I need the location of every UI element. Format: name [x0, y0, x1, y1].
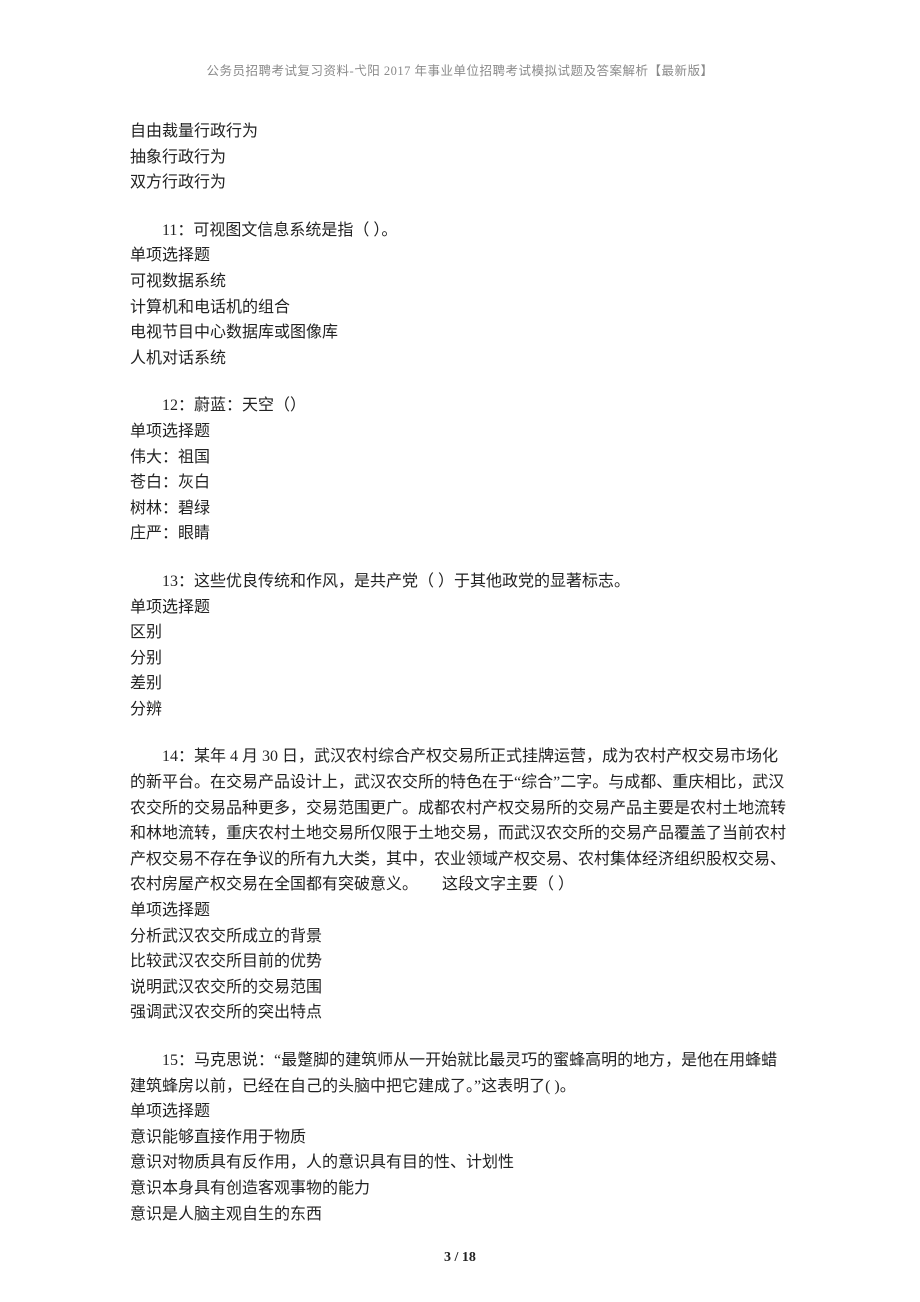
page: 公务员招聘考试复习资料-弋阳 2017 年事业单位招聘考试模拟试题及答案解析【最… — [0, 0, 920, 1302]
option-text: 比较武汉农交所目前的优势 — [130, 949, 790, 975]
orphan-options: 自由裁量行政行为 抽象行政行为 双方行政行为 — [130, 119, 790, 196]
question-stem: 13：这些优良传统和作风，是共产党（ ）于其他政党的显著标志。 — [130, 569, 790, 595]
option-text: 说明武汉农交所的交易范围 — [130, 975, 790, 1001]
option-text: 差别 — [130, 671, 790, 697]
option-text: 强调武汉农交所的突出特点 — [130, 1000, 790, 1026]
question-type: 单项选择题 — [130, 898, 790, 924]
option-text: 双方行政行为 — [130, 170, 790, 196]
option-text: 分析武汉农交所成立的背景 — [130, 924, 790, 950]
question-type: 单项选择题 — [130, 419, 790, 445]
option-text: 分别 — [130, 646, 790, 672]
page-number: 3 / 18 — [0, 1250, 920, 1266]
question-block-14: 14：某年 4 月 30 日，武汉农村综合产权交易所正式挂牌运营，成为农村产权交… — [130, 744, 790, 1026]
option-text: 区别 — [130, 620, 790, 646]
question-stem: 14：某年 4 月 30 日，武汉农村综合产权交易所正式挂牌运营，成为农村产权交… — [130, 744, 790, 898]
question-block-12: 12：蔚蓝：天空（） 单项选择题 伟大：祖国 苍白：灰白 树林：碧绿 庄严：眼睛 — [130, 393, 790, 547]
option-text: 抽象行政行为 — [130, 145, 790, 171]
option-text: 庄严：眼睛 — [130, 521, 790, 547]
option-text: 意识是人脑主观自生的东西 — [130, 1202, 790, 1228]
option-text: 自由裁量行政行为 — [130, 119, 790, 145]
option-text: 意识能够直接作用于物质 — [130, 1125, 790, 1151]
option-text: 分辨 — [130, 697, 790, 723]
option-text: 伟大：祖国 — [130, 445, 790, 471]
question-stem: 11：可视图文信息系统是指（ ）。 — [130, 218, 790, 244]
option-text: 苍白：灰白 — [130, 470, 790, 496]
option-text: 树林：碧绿 — [130, 496, 790, 522]
option-text: 电视节目中心数据库或图像库 — [130, 320, 790, 346]
option-text: 人机对话系统 — [130, 346, 790, 372]
question-type: 单项选择题 — [130, 1099, 790, 1125]
option-text: 意识本身具有创造客观事物的能力 — [130, 1176, 790, 1202]
option-text: 意识对物质具有反作用，人的意识具有目的性、计划性 — [130, 1150, 790, 1176]
option-text: 可视数据系统 — [130, 269, 790, 295]
content-body: 自由裁量行政行为 抽象行政行为 双方行政行为 11：可视图文信息系统是指（ ）。… — [130, 119, 790, 1227]
question-block-11: 11：可视图文信息系统是指（ ）。 单项选择题 可视数据系统 计算机和电话机的组… — [130, 218, 790, 372]
page-header: 公务员招聘考试复习资料-弋阳 2017 年事业单位招聘考试模拟试题及答案解析【最… — [130, 60, 790, 79]
question-stem: 12：蔚蓝：天空（） — [130, 393, 790, 419]
option-text: 计算机和电话机的组合 — [130, 295, 790, 321]
question-type: 单项选择题 — [130, 243, 790, 269]
question-type: 单项选择题 — [130, 595, 790, 621]
question-stem: 15：马克思说：“最蹩脚的建筑师从一开始就比最灵巧的蜜蜂高明的地方，是他在用蜂蜡… — [130, 1048, 790, 1099]
question-block-13: 13：这些优良传统和作风，是共产党（ ）于其他政党的显著标志。 单项选择题 区别… — [130, 569, 790, 723]
question-block-15: 15：马克思说：“最蹩脚的建筑师从一开始就比最灵巧的蜜蜂高明的地方，是他在用蜂蜡… — [130, 1048, 790, 1227]
